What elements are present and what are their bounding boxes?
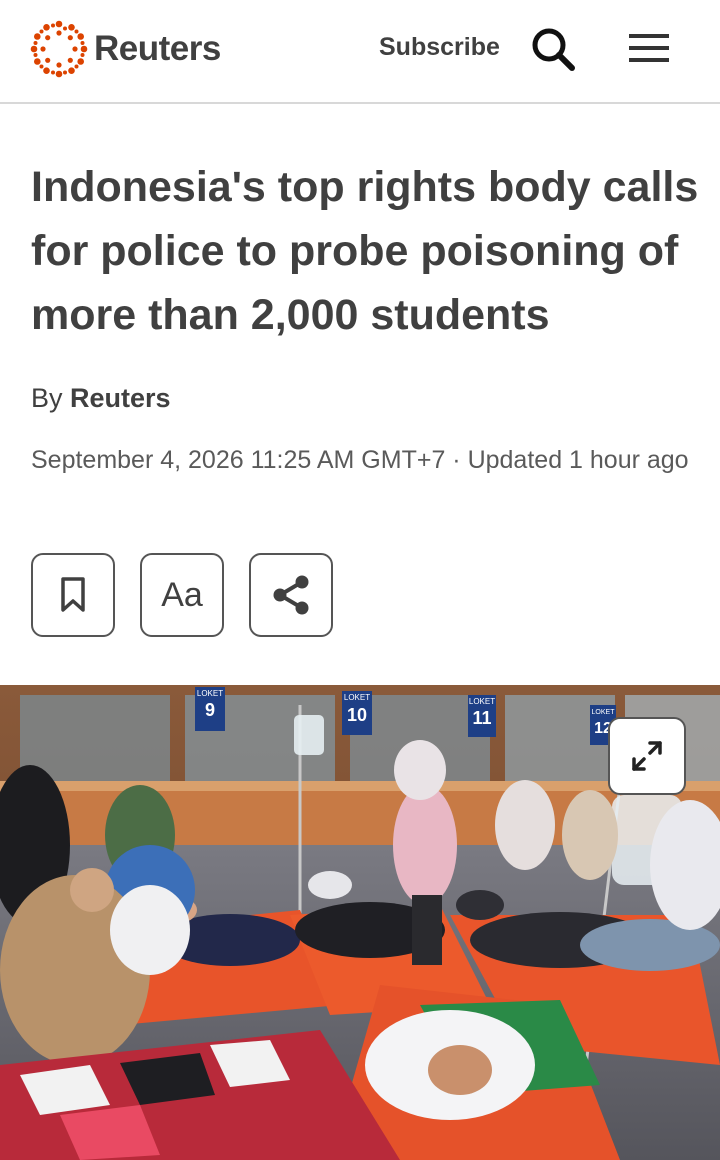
share-icon [273, 575, 309, 615]
share-button[interactable] [249, 553, 333, 637]
expand-icon [632, 741, 662, 771]
article-headline: Indonesia's top rights body calls for po… [31, 163, 699, 339]
svg-text:LOKET: LOKET [344, 693, 370, 702]
byline: By Reuters [31, 383, 171, 414]
svg-text:LOKET: LOKET [197, 689, 223, 698]
svg-text:10: 10 [347, 705, 367, 725]
expand-photo-button[interactable] [608, 717, 686, 795]
bookmark-icon [61, 577, 85, 612]
bookmark-button[interactable] [31, 553, 115, 637]
logo-text: Reuters [94, 29, 221, 68]
article-actions: Aa [31, 553, 358, 637]
article-dateline: September 4, 2026 11:25 AM GMT+7 · Updat… [31, 446, 689, 474]
byline-author[interactable]: Reuters [70, 383, 171, 413]
byline-prefix: By [31, 383, 63, 413]
svg-text:9: 9 [205, 700, 215, 720]
text-size-label: Aa [161, 575, 203, 614]
svg-text:11: 11 [472, 708, 491, 728]
svg-text:LOKET: LOKET [592, 709, 616, 716]
hamburger-menu-icon[interactable] [628, 30, 670, 66]
svg-text:LOKET: LOKET [469, 697, 495, 706]
search-icon[interactable] [530, 26, 576, 72]
top-navigation-bar: Reuters Subscribe [0, 0, 720, 104]
text-size-button[interactable]: Aa [140, 553, 224, 637]
reuters-logo-icon [30, 20, 88, 78]
subscribe-button[interactable]: Subscribe [379, 33, 500, 62]
reuters-logo[interactable]: Reuters [30, 20, 240, 78]
